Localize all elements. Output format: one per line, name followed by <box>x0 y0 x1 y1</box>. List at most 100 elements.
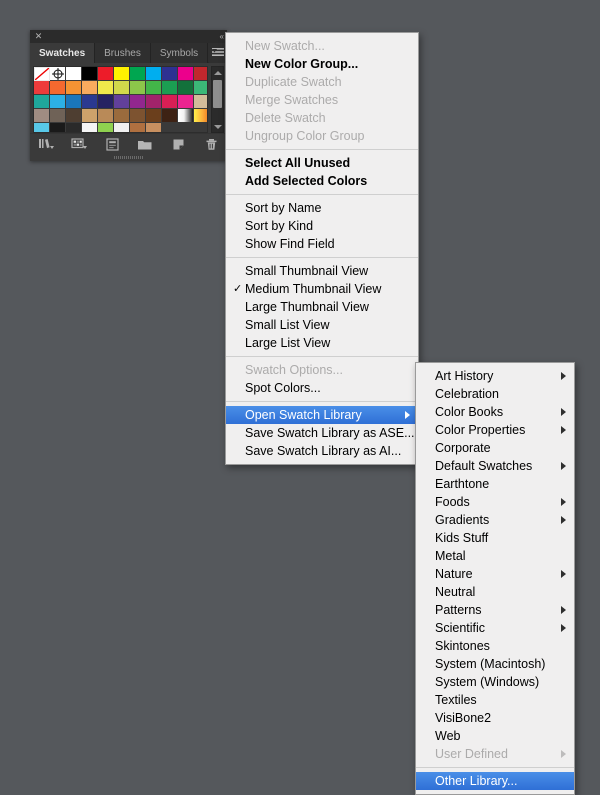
swatch-44[interactable] <box>34 123 50 132</box>
open-swatch-library-submenu[interactable]: Art History Celebration Color Books Color P… <box>415 362 575 795</box>
main-menu-item-sort-by-kind[interactable]: Sort by Kind <box>226 217 418 235</box>
submenu-item-celebration[interactable]: Celebration <box>416 385 574 403</box>
swatch-47[interactable] <box>82 123 98 132</box>
swatch-37[interactable] <box>98 109 114 123</box>
submenu-item-neutral[interactable]: Neutral <box>416 583 574 601</box>
swatch-18[interactable] <box>146 81 162 95</box>
swatch-15[interactable] <box>98 81 114 95</box>
swatch-grid-viewport[interactable] <box>33 66 209 133</box>
swatch-50[interactable] <box>130 123 146 132</box>
swatch-25[interactable] <box>82 95 98 109</box>
swatch-40[interactable] <box>146 109 162 123</box>
swatch-42[interactable] <box>178 109 194 123</box>
swatch-12[interactable] <box>50 81 66 95</box>
main-menu-item-small-thumbnail-view[interactable]: Small Thumbnail View <box>226 262 418 280</box>
swatch-6[interactable] <box>130 67 146 81</box>
swatch-7[interactable] <box>146 67 162 81</box>
swatch-2[interactable] <box>66 67 82 81</box>
swatch-14[interactable] <box>82 81 98 95</box>
main-menu-item-save-swatch-library-as-ase[interactable]: Save Swatch Library as ASE... <box>226 424 418 442</box>
submenu-item-art-history[interactable]: Art History <box>416 367 574 385</box>
swatch-51[interactable] <box>146 123 162 132</box>
main-menu-item-large-list-view[interactable]: Large List View <box>226 334 418 352</box>
submenu-item-metal[interactable]: Metal <box>416 547 574 565</box>
swatch-46[interactable] <box>66 123 82 132</box>
swatch-13[interactable] <box>66 81 82 95</box>
swatch-41[interactable] <box>162 109 178 123</box>
swatch-35[interactable] <box>66 109 82 123</box>
swatch-libraries-menu-icon[interactable] <box>36 136 56 152</box>
swatch-33[interactable] <box>34 109 50 123</box>
scroll-up-arrow-icon[interactable] <box>212 67 223 78</box>
swatch-11[interactable] <box>34 81 50 95</box>
swatch-23[interactable] <box>50 95 66 109</box>
swatch-30[interactable] <box>162 95 178 109</box>
swatch-1[interactable] <box>50 67 66 81</box>
submenu-item-foods[interactable]: Foods <box>416 493 574 511</box>
swatch-52[interactable] <box>162 123 178 132</box>
submenu-item-web[interactable]: Web <box>416 727 574 745</box>
swatch-36[interactable] <box>82 109 98 123</box>
swatch-17[interactable] <box>130 81 146 95</box>
submenu-item-textiles[interactable]: Textiles <box>416 691 574 709</box>
swatch-26[interactable] <box>98 95 114 109</box>
submenu-item-system-macintosh[interactable]: System (Macintosh) <box>416 655 574 673</box>
swatch-34[interactable] <box>50 109 66 123</box>
swatch-19[interactable] <box>162 81 178 95</box>
scroll-down-arrow-icon[interactable] <box>212 121 223 132</box>
swatch-32[interactable] <box>194 95 208 109</box>
swatch-24[interactable] <box>66 95 82 109</box>
swatch-49[interactable] <box>114 123 130 132</box>
swatch-9[interactable] <box>178 67 194 81</box>
submenu-item-visibone2[interactable]: VisiBone2 <box>416 709 574 727</box>
swatch-39[interactable] <box>130 109 146 123</box>
new-color-group-icon[interactable] <box>135 136 155 152</box>
submenu-item-earthtone[interactable]: Earthtone <box>416 475 574 493</box>
main-menu-item-open-swatch-library[interactable]: Open Swatch Library <box>226 406 418 424</box>
delete-swatch-icon[interactable] <box>201 136 221 152</box>
submenu-item-default-swatches[interactable]: Default Swatches <box>416 457 574 475</box>
swatch-3[interactable] <box>82 67 98 81</box>
close-icon[interactable]: ✕ <box>34 32 43 41</box>
swatch-22[interactable] <box>34 95 50 109</box>
swatch-38[interactable] <box>114 109 130 123</box>
swatch-grid[interactable] <box>34 67 208 132</box>
swatch-45[interactable] <box>50 123 66 132</box>
tab-swatches[interactable]: Swatches <box>30 43 96 63</box>
swatch-31[interactable] <box>178 95 194 109</box>
swatch-48[interactable] <box>98 123 114 132</box>
panel-resize-gripper[interactable] <box>30 154 227 161</box>
show-swatch-kinds-menu-icon[interactable] <box>69 136 89 152</box>
swatch-20[interactable] <box>178 81 194 95</box>
swatch-28[interactable] <box>130 95 146 109</box>
main-menu-item-select-all-unused[interactable]: Select All Unused <box>226 154 418 172</box>
submenu-item-nature[interactable]: Nature <box>416 565 574 583</box>
submenu-item-color-books[interactable]: Color Books <box>416 403 574 421</box>
swatch-16[interactable] <box>114 81 130 95</box>
main-menu-item-show-find-field[interactable]: Show Find Field <box>226 235 418 253</box>
swatch-27[interactable] <box>114 95 130 109</box>
swatch-0[interactable] <box>34 67 50 81</box>
new-swatch-icon[interactable] <box>168 136 188 152</box>
swatch-4[interactable] <box>98 67 114 81</box>
main-menu-item-add-selected-colors[interactable]: Add Selected Colors <box>226 172 418 190</box>
submenu-item-skintones[interactable]: Skintones <box>416 637 574 655</box>
submenu-item-corporate[interactable]: Corporate <box>416 439 574 457</box>
submenu-item-kids-stuff[interactable]: Kids Stuff <box>416 529 574 547</box>
tab-symbols[interactable]: Symbols <box>150 43 209 63</box>
submenu-item-other-library[interactable]: Other Library... <box>416 772 574 790</box>
submenu-item-patterns[interactable]: Patterns <box>416 601 574 619</box>
main-menu-item-large-thumbnail-view[interactable]: Large Thumbnail View <box>226 298 418 316</box>
swatch-54[interactable] <box>194 123 208 132</box>
submenu-item-system-windows[interactable]: System (Windows) <box>416 673 574 691</box>
submenu-item-color-properties[interactable]: Color Properties <box>416 421 574 439</box>
swatch-options-icon[interactable] <box>102 136 122 152</box>
swatch-5[interactable] <box>114 67 130 81</box>
main-menu-item-save-swatch-library-as-ai[interactable]: Save Swatch Library as AI... <box>226 442 418 460</box>
swatch-10[interactable] <box>194 67 208 81</box>
tab-brushes[interactable]: Brushes <box>95 43 151 63</box>
main-menu-item-medium-thumbnail-view[interactable]: ✓ Medium Thumbnail View <box>226 280 418 298</box>
swatch-29[interactable] <box>146 95 162 109</box>
swatch-8[interactable] <box>162 67 178 81</box>
main-menu-item-spot-colors[interactable]: Spot Colors... <box>226 379 418 397</box>
